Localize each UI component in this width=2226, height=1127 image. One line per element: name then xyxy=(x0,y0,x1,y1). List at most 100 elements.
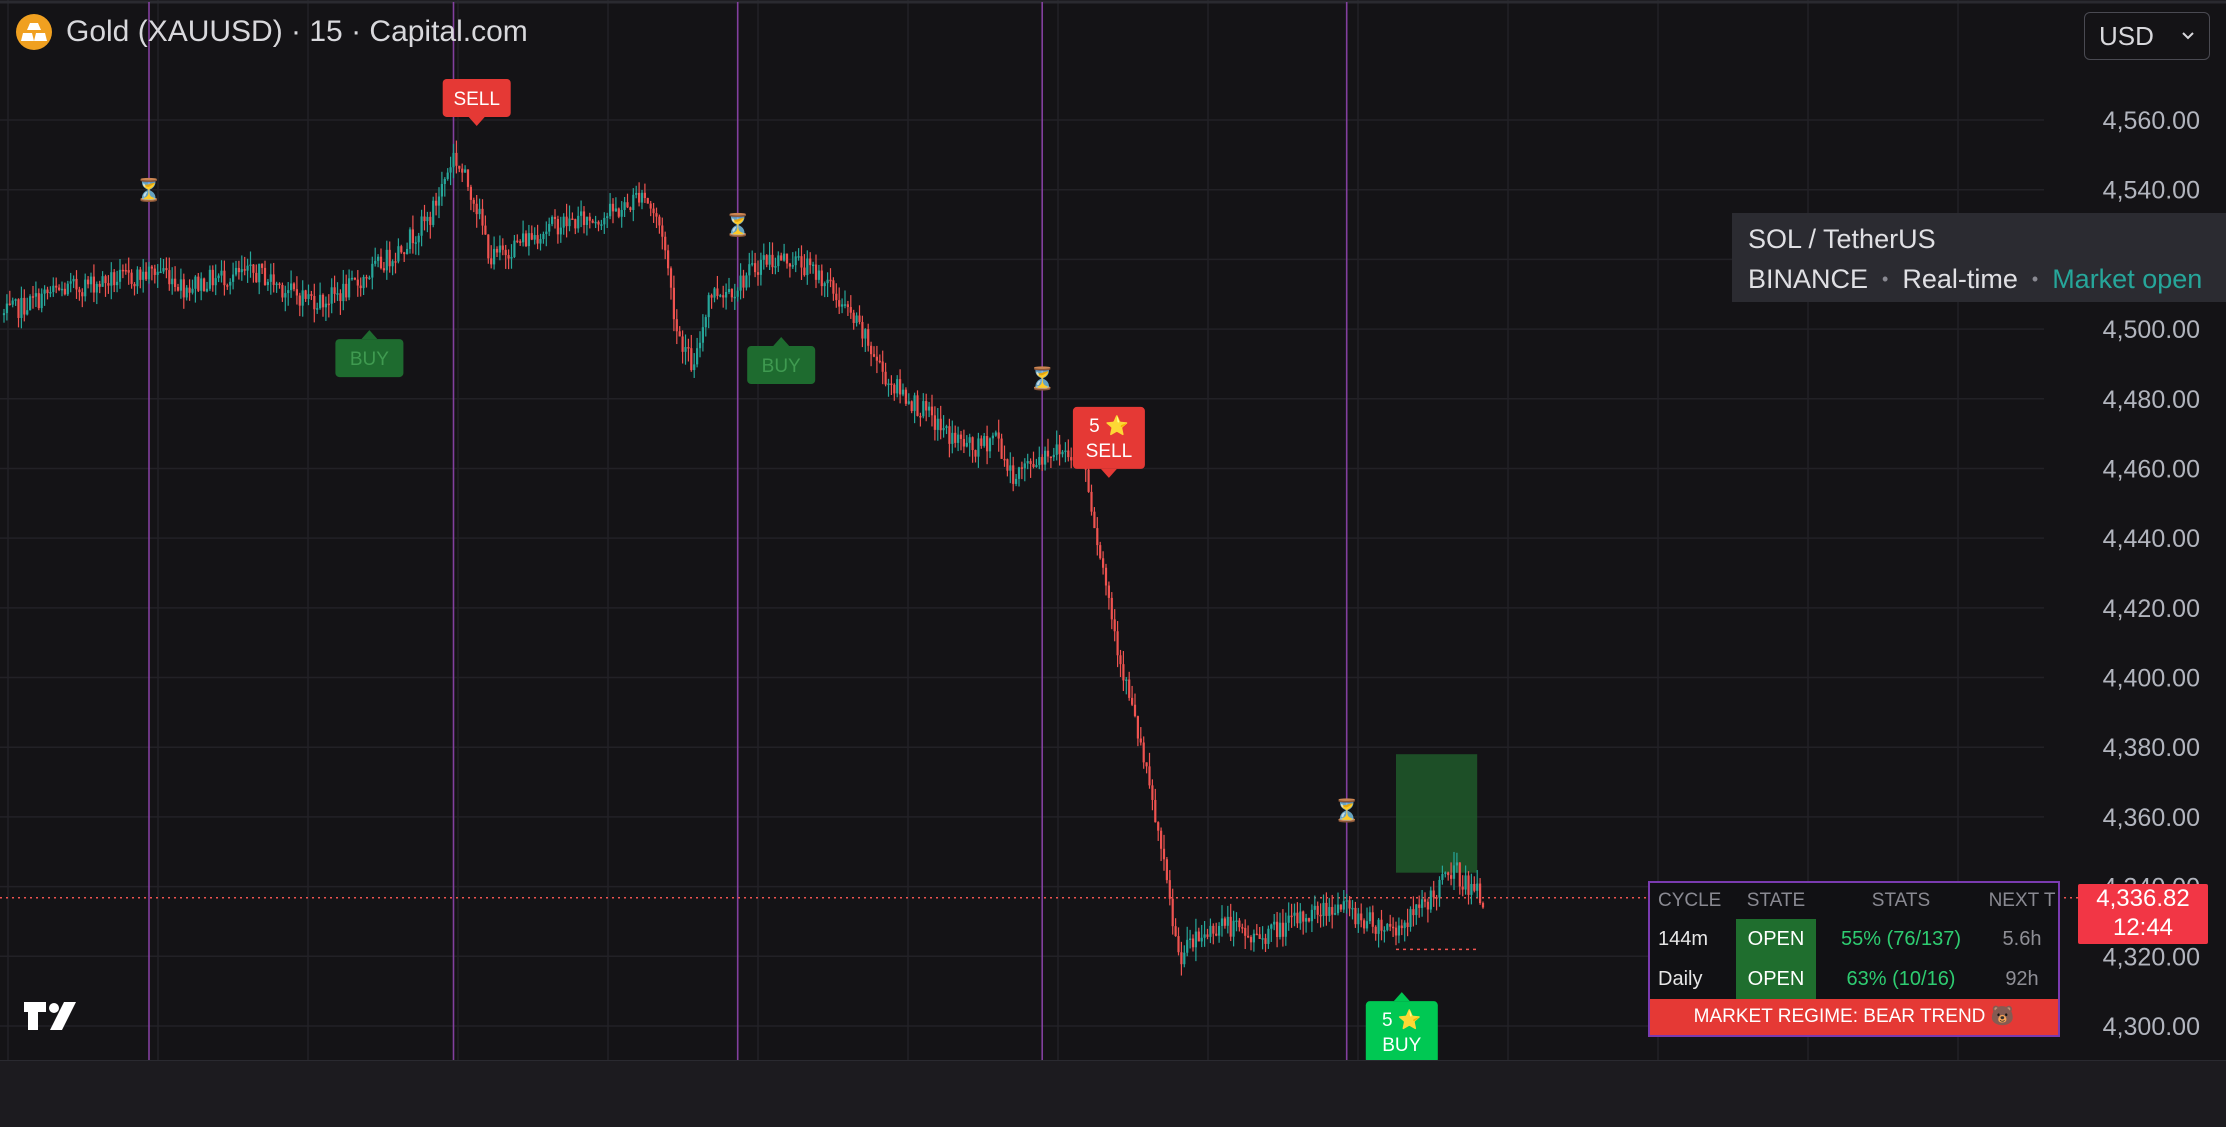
candle-body xyxy=(1284,922,1287,937)
candle-body xyxy=(1342,901,1345,910)
candle-body xyxy=(266,281,269,286)
candle-body xyxy=(1368,912,1371,922)
candle-body xyxy=(1365,921,1369,929)
candle-body xyxy=(1394,927,1398,936)
symbol-title[interactable]: Gold (XAUUSD) · 15 · Capital.com xyxy=(66,15,528,49)
candle-body xyxy=(800,256,803,268)
candle-body xyxy=(597,221,600,225)
candle-body xyxy=(14,299,17,301)
candle-body xyxy=(1415,904,1418,916)
candle-body xyxy=(1174,926,1177,937)
candle-body xyxy=(368,277,371,280)
candle-body xyxy=(298,295,301,306)
tradingview-logo-icon[interactable] xyxy=(24,1000,84,1037)
sell-signal: 5 ⭐ SELL xyxy=(1072,406,1145,478)
candle-body xyxy=(281,284,284,298)
candle-body xyxy=(791,265,794,267)
hourglass-icon: ⏳ xyxy=(724,213,751,238)
candle-body xyxy=(765,255,768,265)
candle-body xyxy=(1206,934,1209,937)
candle-body xyxy=(168,270,171,285)
candle-body xyxy=(304,290,307,299)
candle-body xyxy=(1278,922,1282,938)
candle-body xyxy=(1052,454,1055,458)
candle-body xyxy=(359,285,362,289)
candle-body xyxy=(495,248,499,253)
signal-text: BUY xyxy=(1382,1035,1421,1056)
candle-body xyxy=(278,283,281,286)
candle-body xyxy=(1476,883,1479,891)
candle-body xyxy=(1090,491,1093,512)
currency-select[interactable]: USD xyxy=(2084,12,2210,60)
candle-body xyxy=(174,278,177,287)
candle-body xyxy=(553,216,557,219)
candle-body xyxy=(365,276,368,279)
candle-body xyxy=(1450,875,1453,879)
candle-body xyxy=(1180,952,1183,965)
candle-body xyxy=(350,277,354,280)
candle-body xyxy=(678,331,681,337)
y-tick-label: 4,560.00 xyxy=(2103,107,2200,135)
candle-body xyxy=(301,290,304,306)
candle-body xyxy=(246,265,249,271)
candle-body xyxy=(806,258,809,276)
candle-body xyxy=(440,183,443,197)
candle-body xyxy=(1438,879,1441,898)
candle-body xyxy=(1377,919,1380,934)
candle-body xyxy=(571,218,574,221)
candle-body xyxy=(37,293,40,309)
header-next: NEXT T xyxy=(1988,890,2056,911)
candle-body xyxy=(704,317,707,328)
candle-body xyxy=(1191,938,1195,948)
candle-body xyxy=(1270,924,1273,929)
candle-body xyxy=(310,294,313,296)
candle-body xyxy=(130,272,133,284)
candle-body xyxy=(785,253,789,264)
cycle-cell: 144m xyxy=(1658,928,1709,950)
candle-body xyxy=(2,313,6,316)
candle-body xyxy=(672,287,675,320)
candle-body xyxy=(1380,919,1383,931)
candle-body xyxy=(710,295,713,298)
candle-body xyxy=(1354,907,1357,925)
candle-body xyxy=(78,289,81,293)
candle-body xyxy=(98,283,101,287)
candle-body xyxy=(1470,883,1473,895)
candle-body xyxy=(17,299,20,318)
last-price-value: 4,336.82 xyxy=(2096,885,2190,912)
candle-body xyxy=(1099,545,1102,559)
candle-body xyxy=(620,209,623,217)
candle-body xyxy=(951,432,954,444)
candle-body xyxy=(739,275,742,291)
candle-body xyxy=(188,287,191,293)
candle-body xyxy=(458,165,461,169)
signal-score: 5 ⭐ xyxy=(1382,1008,1422,1031)
signal-pointer xyxy=(361,330,378,340)
candle-body xyxy=(652,208,655,214)
candle-body xyxy=(1247,935,1250,938)
candle-body xyxy=(391,261,394,267)
candle-body xyxy=(226,285,229,287)
candle-body xyxy=(1116,631,1119,656)
candle-body xyxy=(290,283,293,291)
candle-body xyxy=(522,233,525,243)
candle-body xyxy=(930,406,934,416)
symbol-name: SOL / TetherUS xyxy=(1748,224,1936,254)
candle-body xyxy=(403,252,406,255)
candle-body xyxy=(208,269,211,289)
candle-body xyxy=(179,279,182,291)
candle-body xyxy=(307,294,310,299)
symbol-info-panel: SOL / TetherUS BINANCE • Real-time • Mar… xyxy=(1732,213,2226,302)
candle-body xyxy=(991,435,994,439)
candle-body xyxy=(1012,465,1015,484)
candle-body xyxy=(1307,918,1311,922)
candle-body xyxy=(658,216,661,226)
candle-body xyxy=(284,293,287,298)
candle-body xyxy=(43,289,46,294)
candle-body xyxy=(133,283,136,287)
candle-body xyxy=(87,279,90,285)
candle-body xyxy=(980,438,983,446)
candle-body xyxy=(1357,913,1360,925)
candle-body xyxy=(875,356,878,361)
candle-body xyxy=(197,276,200,291)
